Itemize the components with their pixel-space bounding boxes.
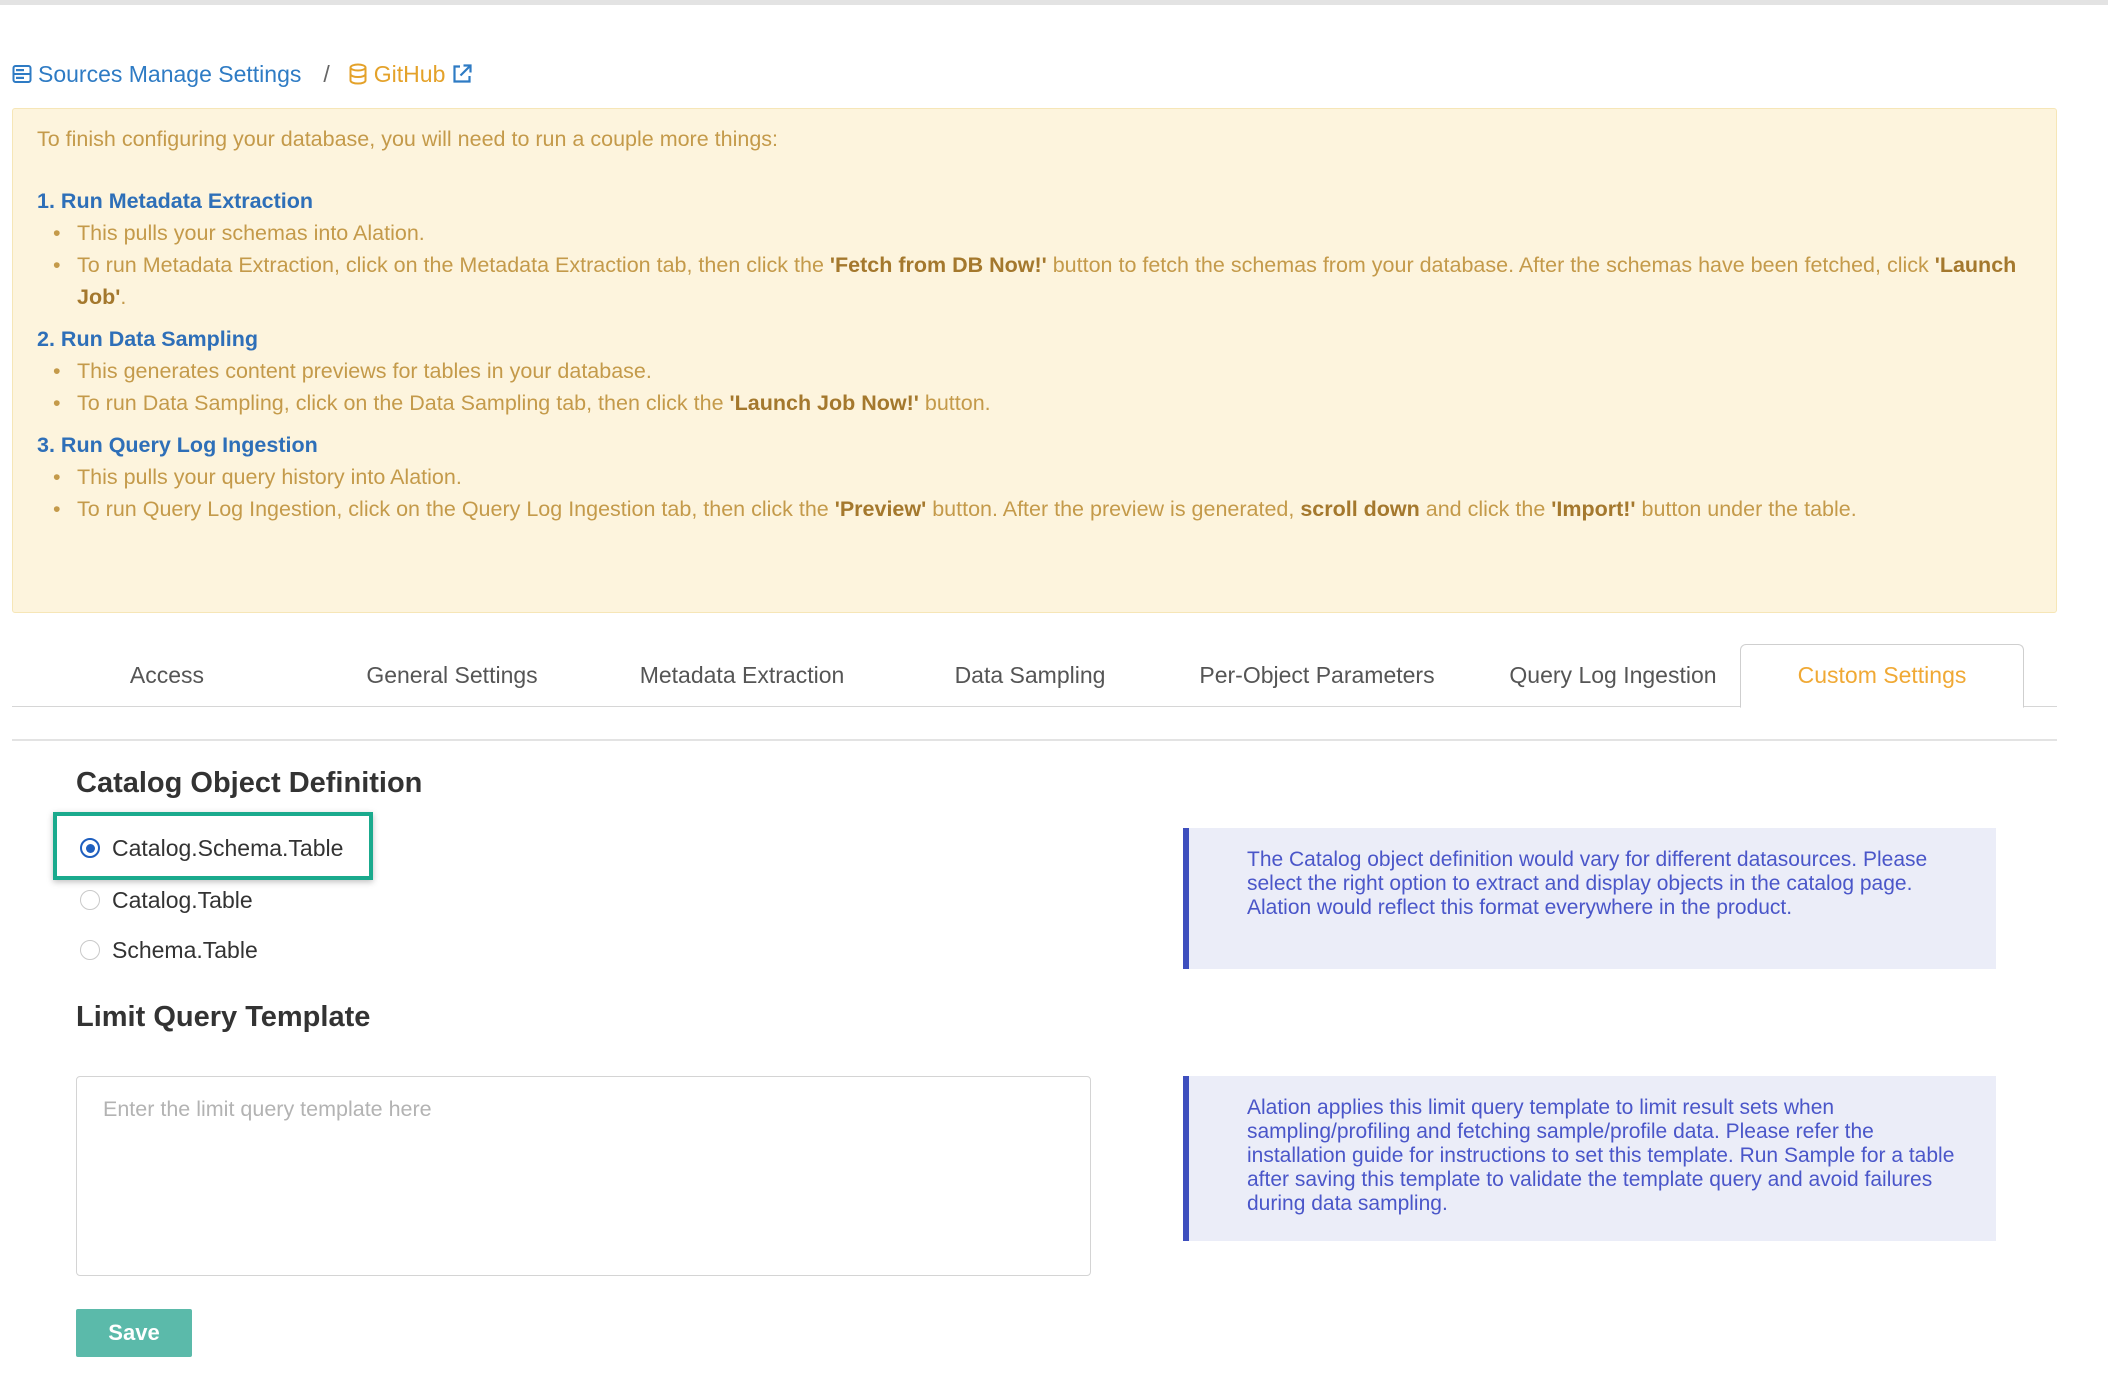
breadcrumb-separator: /	[323, 60, 330, 87]
step-metadata-extraction: 1. Run Metadata Extraction This pulls yo…	[37, 185, 2032, 313]
radio-label: Catalog.Schema.Table	[112, 834, 344, 861]
setup-instructions-alert: To finish configuring your database, you…	[12, 108, 2057, 613]
settings-tabs: Access General Settings Metadata Extract…	[12, 644, 2057, 708]
breadcrumb-parent-label: Sources Manage Settings	[38, 60, 302, 87]
tab-per-object-parameters[interactable]: Per-Object Parameters	[1182, 644, 1452, 706]
step-title-text: Run Query Log Ingestion	[60, 433, 318, 457]
step-bullet: To run Query Log Ingestion, click on the…	[53, 493, 2032, 525]
step-bullet: This pulls your schemas into Alation.	[53, 217, 2032, 249]
catalog-object-definition-heading: Catalog Object Definition	[76, 767, 423, 799]
limit-query-info: Alation applies this limit query templat…	[1183, 1076, 1996, 1241]
content-divider	[12, 739, 2057, 741]
radio-label: Catalog.Table	[112, 886, 253, 913]
radio-button-checked[interactable]	[80, 838, 100, 858]
tab-custom-settings[interactable]: Custom Settings	[1740, 644, 2024, 708]
breadcrumb-sources-link[interactable]: Sources Manage Settings	[12, 61, 301, 88]
radio-catalog-table[interactable]: Catalog.Table	[80, 882, 253, 918]
step-number: 1.	[37, 189, 55, 213]
catalog-definition-info: The Catalog object definition would vary…	[1183, 828, 1996, 969]
step-bullet: This pulls your query history into Alati…	[53, 461, 2032, 493]
step-title[interactable]: 1. Run Metadata Extraction	[37, 185, 2032, 217]
top-border	[0, 0, 2108, 5]
step-number: 2.	[37, 327, 55, 351]
step-bullet: To run Data Sampling, click on the Data …	[53, 387, 2032, 419]
breadcrumb-current-label: GitHub	[373, 60, 446, 87]
tab-general-settings[interactable]: General Settings	[322, 644, 582, 706]
tab-metadata-extraction[interactable]: Metadata Extraction	[612, 644, 872, 706]
step-title-text: Run Data Sampling	[60, 327, 259, 351]
external-link-icon[interactable]	[451, 63, 473, 85]
step-data-sampling: 2. Run Data Sampling This generates cont…	[37, 323, 2032, 419]
step-title-text: Run Metadata Extraction	[60, 189, 313, 213]
tab-access[interactable]: Access	[52, 644, 282, 706]
tab-data-sampling[interactable]: Data Sampling	[900, 644, 1160, 706]
radio-catalog-schema-table[interactable]: Catalog.Schema.Table	[80, 830, 343, 866]
step-query-log-ingestion: 3. Run Query Log Ingestion This pulls yo…	[37, 429, 2032, 525]
database-icon	[348, 63, 368, 85]
server-icon	[12, 64, 32, 84]
limit-query-template-heading: Limit Query Template	[76, 1001, 371, 1033]
step-bullet: To run Metadata Extraction, click on the…	[53, 249, 2032, 313]
alert-intro: To finish configuring your database, you…	[37, 127, 778, 151]
radio-schema-table[interactable]: Schema.Table	[80, 932, 258, 968]
save-button[interactable]: Save	[76, 1309, 192, 1357]
radio-label: Schema.Table	[112, 936, 258, 963]
breadcrumb: Sources Manage Settings / GitHub	[12, 56, 473, 92]
tab-query-log-ingestion[interactable]: Query Log Ingestion	[1478, 644, 1748, 706]
step-title[interactable]: 3. Run Query Log Ingestion	[37, 429, 2032, 461]
radio-button[interactable]	[80, 940, 100, 960]
limit-query-template-input[interactable]	[76, 1076, 1091, 1276]
step-title[interactable]: 2. Run Data Sampling	[37, 323, 2032, 355]
breadcrumb-current: GitHub	[348, 61, 474, 88]
step-number: 3.	[37, 433, 55, 457]
radio-button[interactable]	[80, 890, 100, 910]
step-bullet: This generates content previews for tabl…	[53, 355, 2032, 387]
